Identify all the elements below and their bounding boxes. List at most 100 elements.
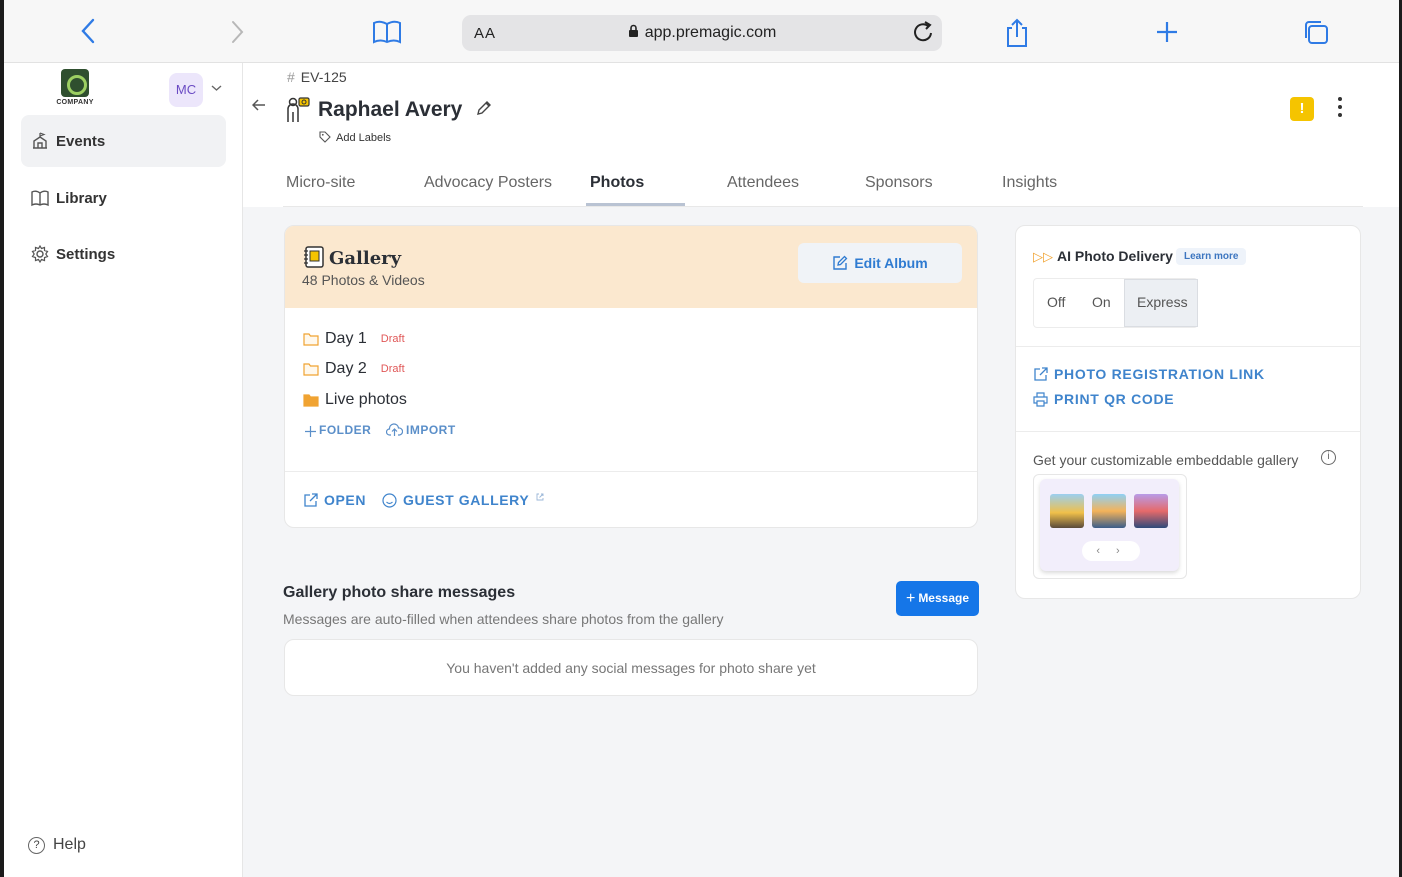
divider bbox=[1016, 431, 1360, 432]
sidebar: COMPANY MC Events Library Settings ? Help bbox=[4, 63, 243, 877]
share-messages-title: Gallery photo share messages bbox=[283, 584, 516, 601]
add-labels-button[interactable]: Add Labels bbox=[319, 131, 391, 144]
gear-icon bbox=[31, 244, 49, 264]
divider bbox=[285, 471, 977, 472]
sidebar-item-events[interactable]: Events bbox=[21, 115, 226, 167]
preview-thumbnail bbox=[1134, 494, 1168, 528]
external-link-small-icon bbox=[536, 493, 543, 501]
hash-icon: # bbox=[287, 69, 295, 85]
folder-name: Day 2 bbox=[325, 360, 367, 377]
warning-badge[interactable]: ! bbox=[1290, 97, 1314, 121]
tab-attendees[interactable]: Attendees bbox=[727, 174, 799, 192]
preview-thumbnail bbox=[1092, 494, 1126, 528]
learn-more-link[interactable]: Learn more bbox=[1176, 248, 1247, 265]
embed-preview-widget: ‹› bbox=[1040, 479, 1179, 571]
option-off[interactable]: Off bbox=[1047, 294, 1065, 310]
edit-album-button[interactable]: Edit Album bbox=[798, 243, 962, 283]
folder-item-live-photos[interactable]: Live photos bbox=[303, 391, 407, 409]
smiley-icon bbox=[382, 493, 397, 508]
delivery-mode-toggle: Off On Express bbox=[1033, 278, 1198, 328]
folder-name: Day 1 bbox=[325, 330, 367, 347]
folder-filled-icon bbox=[303, 394, 319, 407]
gallery-title: Gallery bbox=[303, 246, 401, 269]
share-icon[interactable] bbox=[1005, 18, 1029, 52]
event-header: # EV-125 Raphael Avery Add Labels ! Micro… bbox=[243, 63, 1399, 207]
ai-photo-delivery-card: ▷▷ AI Photo Delivery Learn more Off On Ex… bbox=[1015, 225, 1361, 599]
tab-micro-site[interactable]: Micro-site bbox=[286, 174, 355, 192]
photo-registration-link[interactable]: PHOTO REGISTRATION LINK bbox=[1033, 366, 1265, 382]
bookmarks-icon[interactable] bbox=[372, 20, 402, 48]
info-icon[interactable]: i bbox=[1321, 450, 1336, 465]
sidebar-item-library[interactable]: Library bbox=[21, 172, 226, 224]
folder-item-day-1[interactable]: Day 1 Draft bbox=[303, 330, 405, 348]
embed-gallery-preview[interactable]: ‹› bbox=[1033, 474, 1187, 579]
tab-sponsors[interactable]: Sponsors bbox=[865, 174, 933, 192]
folder-name: Live photos bbox=[325, 391, 407, 408]
tab-photos[interactable]: Photos bbox=[590, 174, 644, 192]
preview-pager: ‹› bbox=[1082, 541, 1140, 561]
edit-icon bbox=[833, 255, 848, 270]
option-on[interactable]: On bbox=[1092, 294, 1111, 310]
event-title: Raphael Avery bbox=[318, 98, 463, 121]
share-messages-subtitle: Messages are auto-filled when attendees … bbox=[283, 611, 724, 627]
help-label: Help bbox=[53, 836, 86, 853]
sidebar-item-label: Library bbox=[56, 190, 107, 207]
folder-outline-icon bbox=[303, 363, 319, 376]
events-icon bbox=[31, 132, 49, 150]
event-person-icon bbox=[285, 96, 311, 129]
more-options-icon[interactable] bbox=[1338, 97, 1344, 121]
option-express[interactable]: Express bbox=[1137, 294, 1188, 310]
draft-badge: Draft bbox=[380, 333, 405, 345]
import-button[interactable]: IMPORT bbox=[385, 423, 456, 437]
help-icon: ? bbox=[28, 837, 45, 854]
open-gallery-button[interactable]: OPEN bbox=[303, 492, 366, 508]
gallery-card: Gallery 48 Photos & Videos Edit Album Da… bbox=[284, 225, 978, 528]
company-logo[interactable]: COMPANY bbox=[44, 69, 106, 106]
reload-icon[interactable] bbox=[912, 19, 936, 50]
draft-badge: Draft bbox=[380, 363, 405, 375]
add-message-button[interactable]: + Message bbox=[896, 581, 979, 616]
cloud-upload-icon bbox=[385, 423, 404, 436]
sidebar-item-label: Events bbox=[56, 133, 106, 150]
guest-gallery-button[interactable]: GUEST GALLERY bbox=[382, 492, 550, 508]
url-text: app.premagic.com bbox=[644, 24, 777, 41]
address-bar[interactable]: AA app.premagic.com bbox=[462, 15, 942, 51]
tag-icon bbox=[319, 131, 331, 143]
divider bbox=[1016, 346, 1360, 347]
preview-thumbnail bbox=[1050, 494, 1084, 528]
folder-item-day-2[interactable]: Day 2 Draft bbox=[303, 360, 405, 378]
browser-toolbar: AA app.premagic.com bbox=[4, 0, 1399, 63]
ai-photo-delivery-title: ▷▷ AI Photo Delivery bbox=[1033, 248, 1173, 264]
event-id: # EV-125 bbox=[287, 69, 347, 85]
back-arrow-icon[interactable] bbox=[251, 95, 266, 116]
external-link-icon bbox=[1034, 367, 1048, 381]
printer-icon bbox=[1033, 392, 1048, 407]
lock-icon bbox=[628, 24, 638, 37]
external-link-icon bbox=[304, 493, 318, 507]
chevron-down-icon[interactable] bbox=[211, 83, 222, 95]
plus-icon bbox=[305, 426, 316, 437]
company-logo-mark bbox=[61, 69, 89, 97]
back-chevron-icon[interactable] bbox=[80, 18, 96, 48]
user-avatar[interactable]: MC bbox=[169, 73, 203, 107]
add-folder-button[interactable]: FOLDER bbox=[305, 423, 371, 437]
tabs-overview-icon[interactable] bbox=[1302, 20, 1330, 50]
embed-gallery-text: Get your customizable embeddable gallery bbox=[1033, 452, 1299, 468]
tab-advocacy-posters[interactable]: Advocacy Posters bbox=[424, 174, 552, 192]
print-qr-code-button[interactable]: PRINT QR CODE bbox=[1033, 391, 1174, 407]
forward-chevron-icon[interactable] bbox=[230, 20, 244, 48]
plus-icon: + bbox=[905, 590, 916, 607]
sidebar-item-settings[interactable]: Settings bbox=[21, 228, 226, 280]
help-link[interactable]: ? Help bbox=[28, 836, 86, 854]
edit-pencil-icon[interactable] bbox=[475, 99, 493, 122]
tab-insights[interactable]: Insights bbox=[1002, 174, 1057, 192]
new-tab-plus-icon[interactable] bbox=[1156, 21, 1178, 47]
sidebar-item-label: Settings bbox=[56, 246, 116, 263]
active-tab-indicator bbox=[586, 203, 685, 206]
album-icon bbox=[304, 246, 324, 268]
folder-outline-icon bbox=[303, 333, 319, 346]
messages-empty-state: You haven't added any social messages fo… bbox=[284, 639, 978, 696]
fast-forward-icon: ▷▷ bbox=[1033, 249, 1053, 264]
event-tabs: Micro-site Advocacy Posters Photos Atten… bbox=[283, 165, 1363, 207]
gallery-header: Gallery 48 Photos & Videos Edit Album bbox=[285, 226, 977, 308]
